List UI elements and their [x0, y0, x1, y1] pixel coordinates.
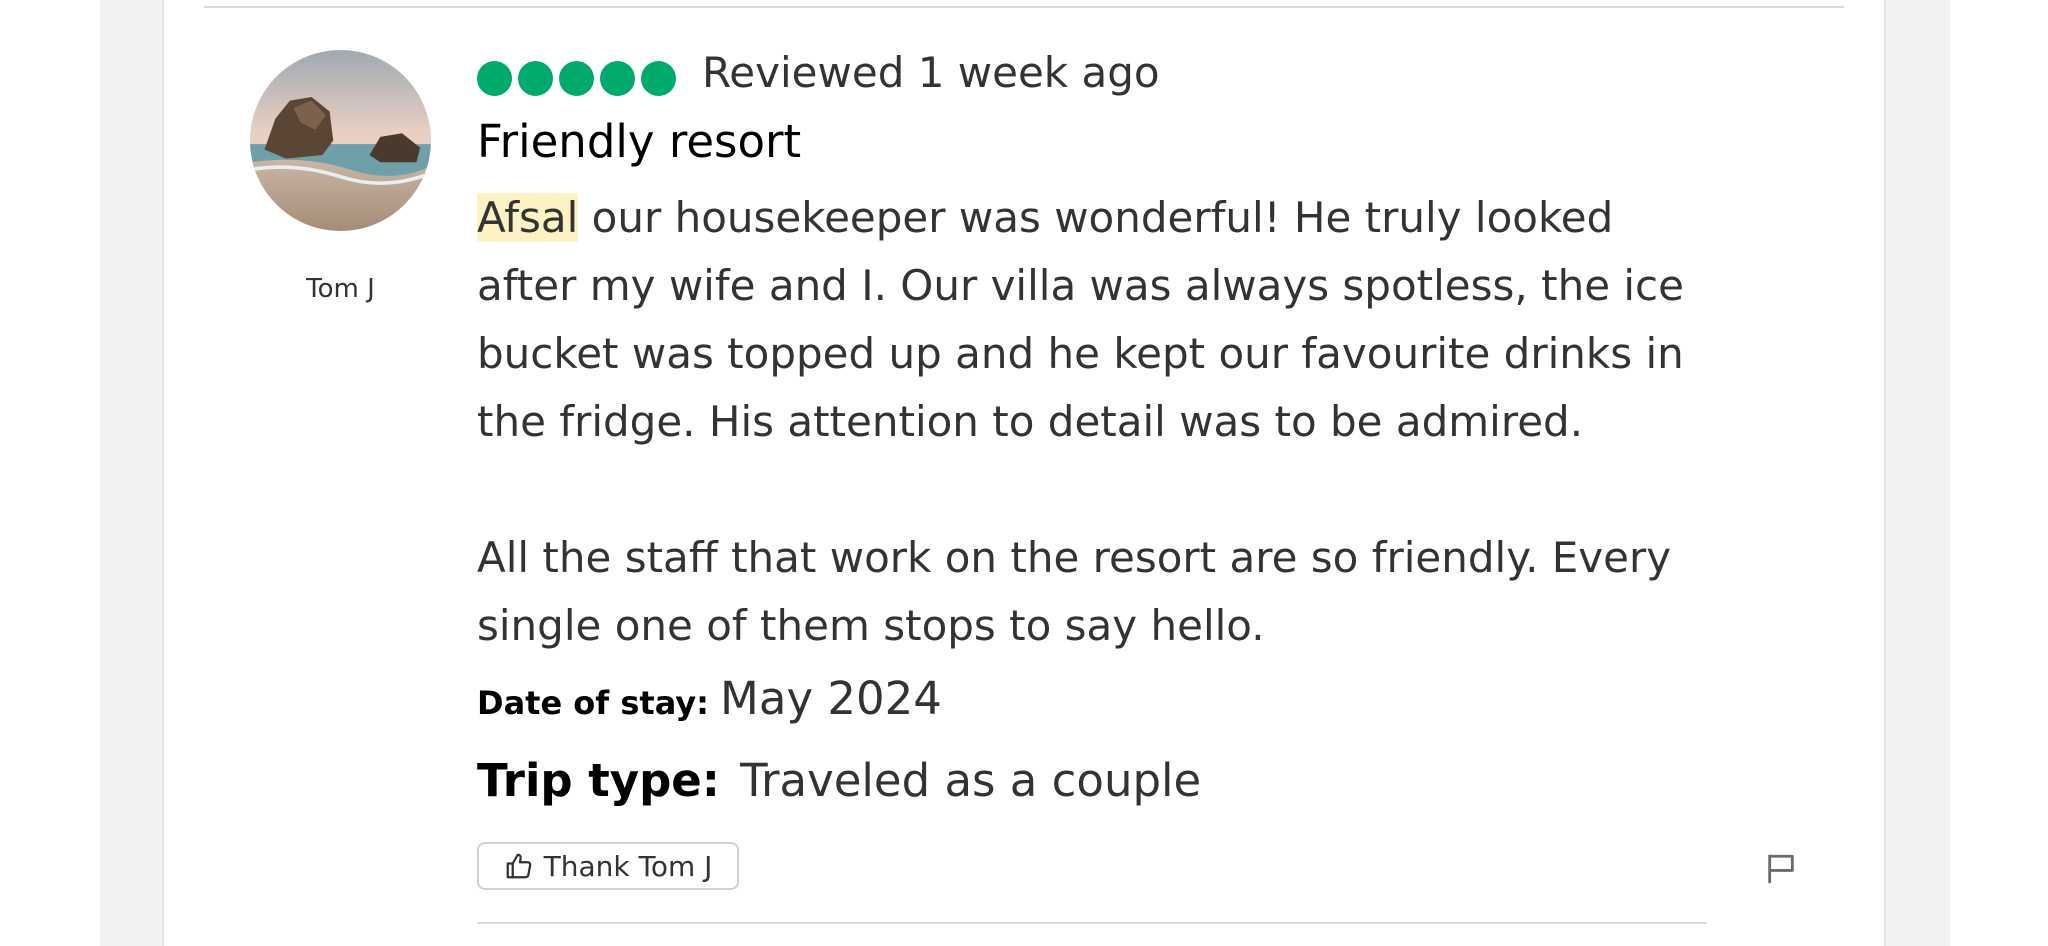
right-page-gutter [1884, 0, 1950, 946]
rating-bubble-3 [559, 60, 594, 96]
thank-button-label: Thank Tom J [543, 849, 713, 883]
beach-rock-avatar-icon [250, 50, 431, 231]
date-of-stay-label: Date of stay: [477, 684, 709, 722]
trip-type-value: Traveled as a couple [740, 754, 1202, 807]
review-title[interactable]: Friendly resort [477, 115, 801, 168]
flag-icon[interactable] [1764, 852, 1798, 886]
trip-type: Trip type: Traveled as a couple [477, 754, 1201, 807]
thank-reviewer-button[interactable]: Thank Tom J [477, 842, 739, 890]
rating-bubble-4 [600, 60, 635, 96]
trip-type-label: Trip type: [477, 754, 720, 807]
bottom-divider [477, 922, 1707, 924]
rating-bubble-5 [641, 60, 676, 96]
rating-bubbles [477, 59, 682, 97]
rating-bubble-1 [477, 60, 512, 96]
review-paragraph-1: Afsal our housekeeper was wonderful! He … [477, 184, 1717, 456]
reviewer-name[interactable]: Tom J [250, 274, 431, 304]
date-of-stay-value: May 2024 [720, 672, 942, 725]
date-of-stay: Date of stay: May 2024 [477, 672, 942, 725]
reviewed-date: Reviewed 1 week ago [702, 48, 1160, 97]
left-page-gutter [100, 0, 164, 946]
reviewer-avatar[interactable] [250, 50, 431, 231]
review-paragraph-1-text: our housekeeper was wonderful! He truly … [477, 193, 1684, 446]
highlighted-staff-name: Afsal [477, 193, 579, 242]
top-divider [204, 6, 1844, 8]
review-body: Afsal our housekeeper was wonderful! He … [477, 184, 1717, 660]
thumbs-up-icon [506, 853, 531, 879]
review-paragraph-2: All the staff that work on the resort ar… [477, 533, 1672, 650]
rating-bubble-2 [518, 60, 553, 96]
